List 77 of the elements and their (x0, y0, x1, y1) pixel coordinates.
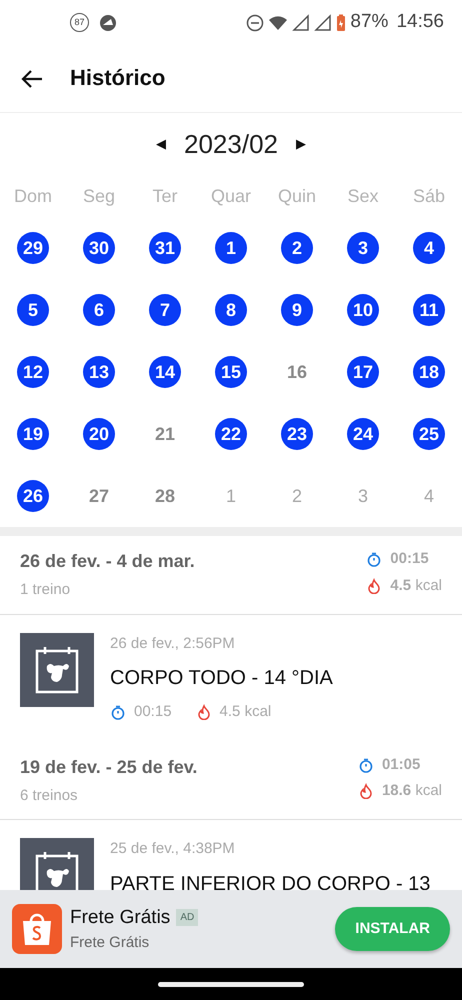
calendar-muscle-icon (35, 646, 79, 694)
calories: 4.5 kcal (390, 576, 442, 596)
home-indicator[interactable] (158, 982, 304, 986)
completed-day[interactable]: 19 (17, 418, 49, 450)
weekday-label: Seg (82, 185, 116, 208)
completed-day[interactable]: 24 (347, 418, 379, 450)
completed-day[interactable]: 12 (17, 356, 49, 388)
workout-datetime: 26 de fev., 2:56PM (110, 634, 236, 654)
completed-day[interactable]: 8 (215, 294, 247, 326)
completed-day[interactable]: 23 (281, 418, 313, 450)
ad-label: AD (176, 909, 198, 926)
app-notification-icon (99, 14, 117, 32)
signal-icon (292, 14, 310, 32)
workout-thumbnail[interactable] (20, 838, 94, 890)
battery-icon (336, 14, 346, 32)
completed-day[interactable]: 14 (149, 356, 181, 388)
workout-title: CORPO TODO - 14 °DIA (110, 666, 333, 691)
workout-count: 6 treinos (20, 786, 79, 806)
week-range: 26 de fev. - 4 de mar. (20, 550, 195, 573)
ad-title: Frete Grátis (70, 906, 170, 930)
completed-day[interactable]: 6 (83, 294, 115, 326)
completed-day[interactable]: 2 (281, 232, 313, 264)
completed-day[interactable]: 10 (347, 294, 379, 326)
ad-subtitle: Frete Grátis (70, 933, 150, 953)
completed-day[interactable]: 26 (17, 480, 49, 512)
clock: 14:56 (396, 10, 444, 34)
calories: 4.5 kcal (220, 702, 272, 722)
weekday-label: Quin (276, 185, 318, 208)
duration: 01:05 (382, 754, 420, 774)
shopping-bag-icon (12, 904, 62, 954)
timer-icon (366, 551, 382, 568)
completed-day[interactable]: 25 (413, 418, 445, 450)
completed-day[interactable]: 15 (215, 356, 247, 388)
next-month-button[interactable]: ▶ (286, 130, 316, 158)
do-not-disturb-icon (246, 14, 264, 32)
weekday-label: Sex (346, 185, 380, 208)
completed-day[interactable]: 29 (17, 232, 49, 264)
completed-day[interactable]: 5 (17, 294, 49, 326)
completed-day[interactable]: 1 (215, 232, 247, 264)
workout-datetime: 25 de fev., 4:38PM (110, 839, 236, 859)
workout-title: PARTE INFERIOR DO CORPO - 13 (110, 872, 430, 890)
back-icon[interactable] (20, 68, 44, 88)
workout-thumbnail[interactable] (20, 632, 94, 706)
battery-percentage: 87% (350, 10, 388, 34)
completed-day[interactable]: 11 (413, 294, 445, 326)
duration: 00:15 (134, 702, 172, 722)
timer-icon (358, 756, 374, 773)
previous-month-button[interactable]: ◀ (146, 130, 176, 158)
completed-day[interactable]: 18 (413, 356, 445, 388)
completed-day[interactable]: 13 (83, 356, 115, 388)
flame-icon (366, 578, 382, 594)
completed-day[interactable]: 4 (413, 232, 445, 264)
wifi-icon (268, 14, 288, 32)
completed-day[interactable]: 22 (215, 418, 247, 450)
flame-icon (358, 783, 374, 800)
weekday-label: Ter (151, 185, 178, 208)
completed-day[interactable]: 31 (149, 232, 181, 264)
workout-count: 1 treino (20, 580, 72, 600)
weekday-label: Quar (210, 185, 252, 208)
notification-count-icon: 87 (70, 13, 89, 32)
timer-icon (110, 704, 126, 720)
completed-day[interactable]: 3 (347, 232, 379, 264)
weekday-label: Sáb (412, 185, 446, 208)
completed-day[interactable]: 30 (83, 232, 115, 264)
completed-day[interactable]: 9 (281, 294, 313, 326)
week-range: 19 de fev. - 25 de fev. (20, 756, 198, 778)
page-title: Histórico (70, 65, 166, 92)
completed-day[interactable]: 7 (149, 294, 181, 326)
signal-icon (314, 14, 332, 32)
calendar-muscle-icon (35, 851, 79, 890)
calories: 18.6 kcal (382, 781, 442, 801)
weekday-label: Dom (12, 185, 53, 208)
month-label: 2023/02 (184, 128, 278, 160)
duration: 00:15 (390, 549, 429, 569)
completed-day[interactable]: 17 (347, 356, 379, 388)
flame-icon (196, 704, 212, 720)
completed-day[interactable]: 20 (83, 418, 115, 450)
